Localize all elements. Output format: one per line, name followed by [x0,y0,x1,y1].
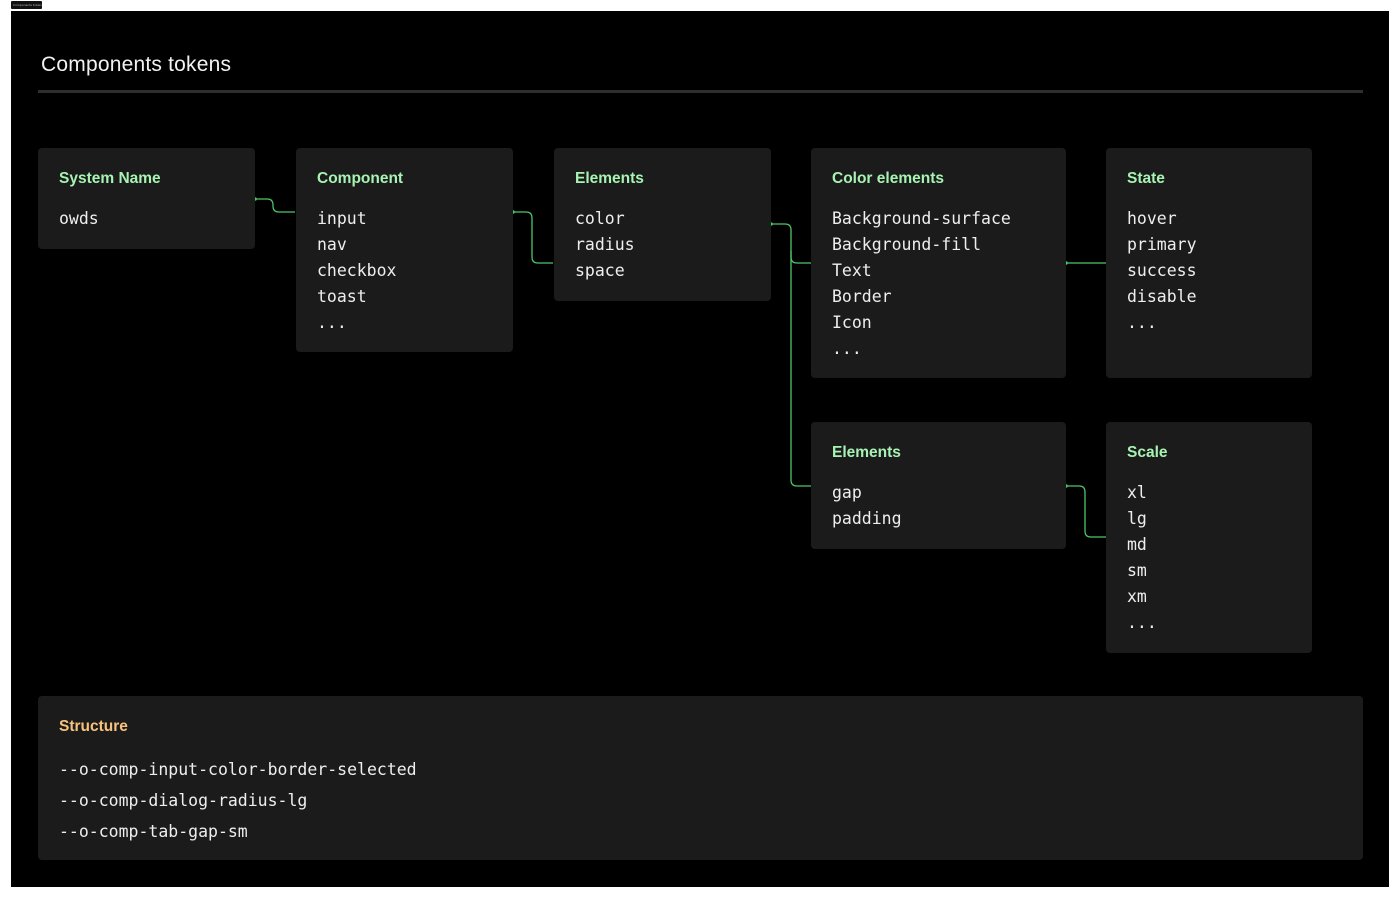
list-item: padding [832,509,902,528]
list-item: primary [1127,235,1197,254]
list-item: hover [1127,209,1177,228]
card-elements[interactable]: Elements color radius space [554,148,771,301]
connector-component-to-elements [513,211,553,264]
card-items: input nav checkbox toast ... [317,206,492,336]
token-example: --o-comp-input-color-border-selected [59,760,417,779]
connector-system-to-component [255,198,295,213]
list-item: lg [1127,509,1147,528]
page-title: Components tokens [41,53,232,76]
list-item: toast [317,287,367,306]
list-item: input [317,209,367,228]
card-title: Color elements [832,170,944,187]
list-item: success [1127,261,1197,280]
list-item: Icon [832,313,872,332]
list-item: disable [1127,287,1197,306]
card-items: color radius space [575,206,750,284]
list-item: md [1127,535,1147,554]
list-item: xl [1127,483,1147,502]
card-title: Elements [575,170,644,187]
card-state[interactable]: State hover primary success disable ... [1106,148,1312,378]
card-title: Elements [832,444,901,461]
list-item: Background-surface [832,209,1011,228]
card-title: System Name [59,170,161,187]
list-item: ... [1127,613,1157,632]
card-items: owds [59,206,234,232]
card-items: --o-comp-input-color-border-selected --o… [59,754,1342,847]
list-item: color [575,209,625,228]
card-component[interactable]: Component input nav checkbox toast ... [296,148,513,352]
connector-elements-to-color-elements [771,223,811,264]
list-item: owds [59,209,99,228]
diagram-canvas: Components tokens System Name owds Compo… [11,11,1389,887]
list-item: Background-fill [832,235,982,254]
card-space-elements[interactable]: Elements gap padding [811,422,1066,549]
list-item: sm [1127,561,1147,580]
card-color-elements[interactable]: Color elements Background-surface Backgr… [811,148,1066,378]
list-item: ... [1127,313,1157,332]
list-item: space [575,261,625,280]
card-title: Component [317,170,404,187]
card-items: gap padding [832,480,1045,532]
token-example: --o-comp-dialog-radius-lg [59,791,308,810]
frame-label: Components tokens [11,1,42,9]
card-items: xl lg md sm xm ... [1127,480,1291,636]
card-structure[interactable]: Structure --o-comp-input-color-border-se… [38,696,1363,860]
list-item: ... [317,313,347,332]
list-item: ... [832,339,862,358]
card-title: Structure [59,718,128,735]
list-item: checkbox [317,261,397,280]
list-item: xm [1127,587,1147,606]
card-title: State [1127,170,1165,187]
card-items: hover primary success disable ... [1127,206,1291,336]
list-item: Border [832,287,892,306]
list-item: nav [317,235,347,254]
card-system-name[interactable]: System Name owds [38,148,255,249]
list-item: radius [575,235,635,254]
title-divider [38,90,1363,93]
connector-elements-to-space-elements [790,251,811,487]
card-items: Background-surface Background-fill Text … [832,206,1045,362]
list-item: Text [832,261,872,280]
card-title: Scale [1127,444,1168,461]
card-scale[interactable]: Scale xl lg md sm xm ... [1106,422,1312,653]
connector-space-elements-to-scale [1066,485,1106,538]
token-example: --o-comp-tab-gap-sm [59,822,248,841]
list-item: gap [832,483,862,502]
